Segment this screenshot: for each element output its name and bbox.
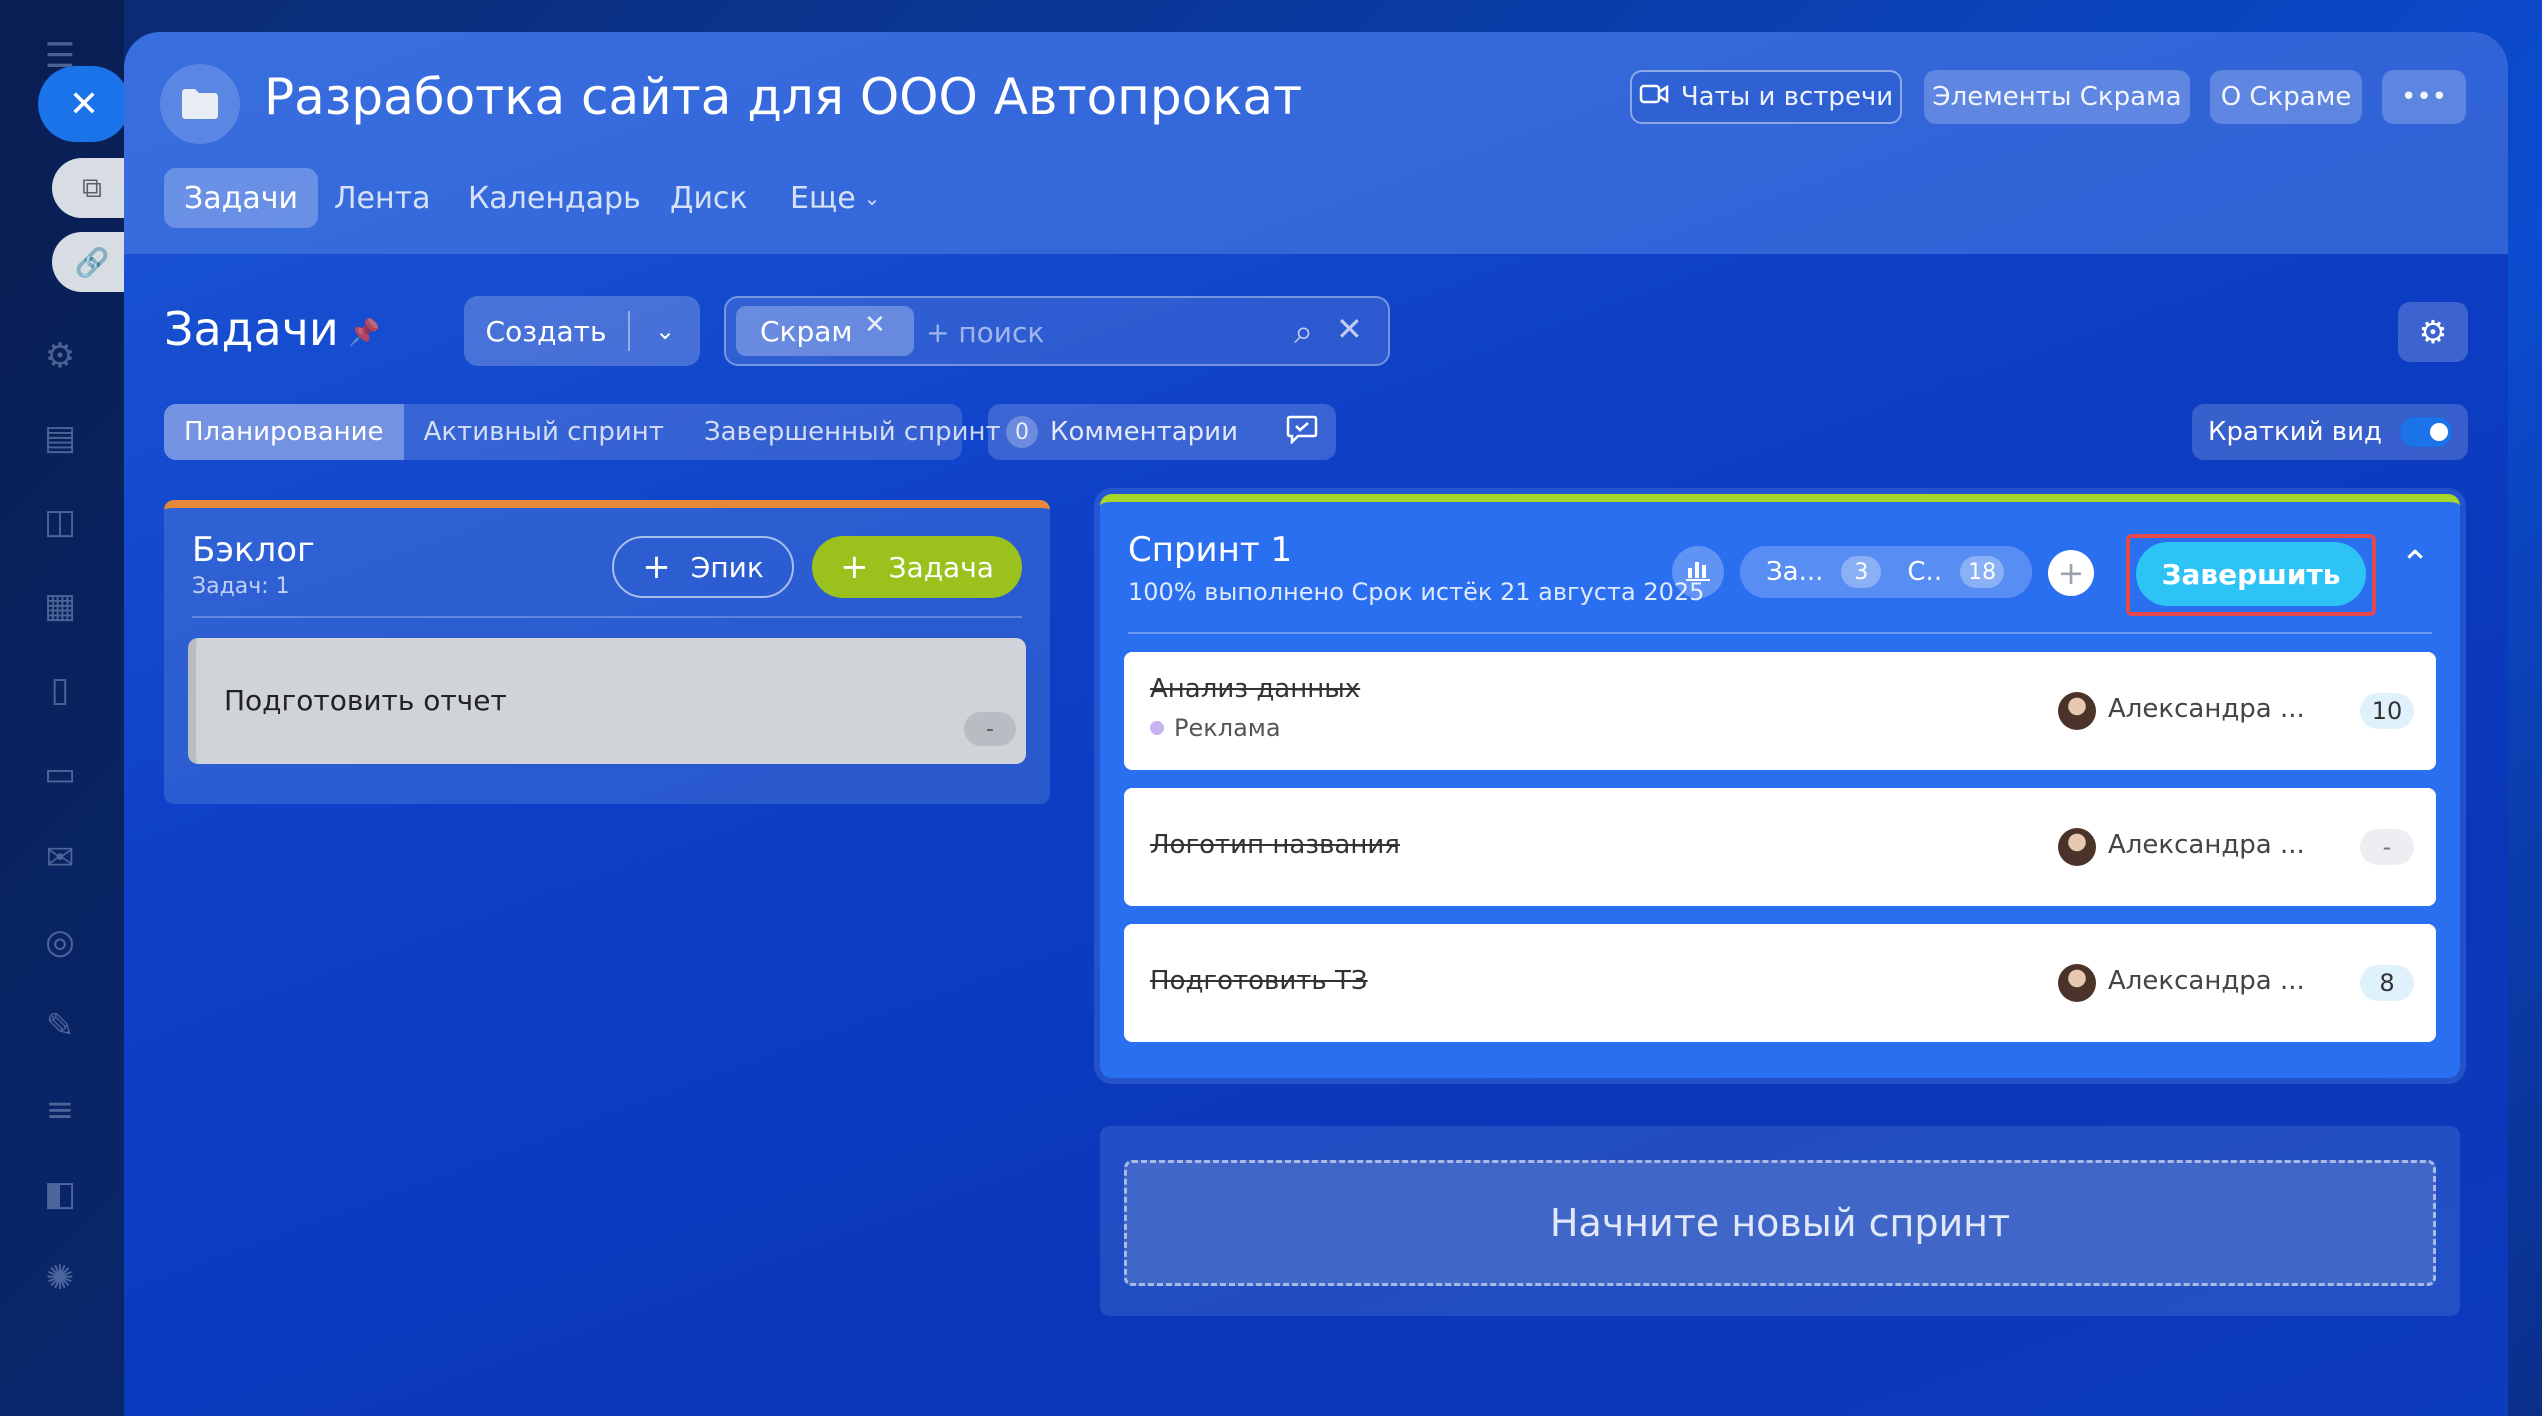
task-name: Подготовить отчет	[224, 684, 507, 717]
contacts-icon[interactable]: ◎	[36, 918, 84, 966]
external-link-icon: ⧉	[82, 171, 102, 204]
folder-icon	[160, 64, 240, 144]
sidebar-icon-3[interactable]: ◧	[36, 1170, 84, 1218]
story-points-badge[interactable]: 8	[2360, 965, 2414, 1001]
gear-icon: ⚙	[2418, 313, 2448, 351]
calendar-icon[interactable]: ▦	[36, 582, 84, 630]
search-icon[interactable]: ⌕	[1294, 312, 1313, 352]
page-title: Разработка сайта для ООО Автопрокат	[264, 68, 1303, 126]
story-points-total-badge: 18	[1960, 556, 2005, 588]
tab-more[interactable]: Еще ⌄	[770, 168, 900, 228]
sprint-stats[interactable]: За... 3 С.. 18	[1740, 546, 2032, 598]
task-name: Логотип названия	[1150, 830, 1400, 860]
assignee-name[interactable]: Александра ...	[2108, 966, 2305, 996]
tag-dot-icon	[1150, 721, 1164, 735]
create-button[interactable]: Создать ⌄	[464, 296, 700, 366]
chats-meetings-button[interactable]: Чаты и встречи	[1630, 70, 1902, 124]
view-tabs: Планирование Активный спринт Завершенный…	[164, 404, 1001, 460]
open-in-new-window-button[interactable]: ⧉	[52, 158, 132, 218]
list-item[interactable]: Подготовить отчет -	[188, 638, 1026, 764]
pin-icon[interactable]: 📌	[348, 318, 380, 348]
plus-icon: +	[840, 547, 869, 587]
sprint-status: 100% выполнено Срок истёк 21 августа 202…	[1128, 578, 1705, 606]
left-sidebar: ☰ ✕ ⧉ 🔗 ⚙ ▤ ◫ ▦ ▯ ▭ ✉ ◎ ✎ ≡ ◧ ✺	[0, 0, 132, 1416]
edit-icon[interactable]: ✎	[36, 1002, 84, 1050]
close-icon: ✕	[68, 83, 100, 125]
new-sprint-area: Начните новый спринт	[1100, 1126, 2460, 1316]
plus-icon: +	[2057, 554, 2085, 592]
comments-button[interactable]: 0 Комментарии	[988, 404, 1336, 460]
link-icon: 🔗	[74, 245, 110, 279]
video-icon	[1639, 82, 1669, 112]
sidebar-icon-2[interactable]: ▤	[36, 414, 84, 462]
tab-completed-sprint[interactable]: Завершенный спринт	[684, 404, 1021, 460]
tab-planning[interactable]: Планирование	[164, 404, 404, 460]
tab-feed[interactable]: Лента	[314, 168, 451, 228]
assignee-name[interactable]: Александра ...	[2108, 694, 2305, 724]
task-count-badge: 3	[1841, 556, 1882, 588]
settings-button[interactable]: ⚙	[2398, 302, 2468, 362]
chevron-down-icon: ⌄	[863, 186, 881, 210]
add-sprint-task-button[interactable]: +	[2048, 550, 2094, 596]
project-panel: Разработка сайта для ООО Автопрокат Чаты…	[124, 32, 2508, 1416]
mail-icon[interactable]: ✉	[36, 834, 84, 882]
task-tag: Реклама	[1150, 714, 1281, 742]
story-points-badge[interactable]: -	[2360, 829, 2414, 865]
table-row[interactable]: Логотип названия Александра ... -	[1124, 788, 2436, 906]
section-title: Задачи	[164, 302, 339, 356]
about-scrum-button[interactable]: О Скраме	[2210, 70, 2362, 124]
task-name: Подготовить ТЗ	[1150, 966, 1368, 996]
settings-icon[interactable]: ✺	[36, 1254, 84, 1302]
drive-icon[interactable]: ▭	[36, 750, 84, 798]
panel-header: Разработка сайта для ООО Автопрокат Чаты…	[124, 32, 2508, 254]
story-points-badge[interactable]: -	[964, 712, 1016, 746]
chevron-down-icon[interactable]: ⌄	[630, 317, 700, 345]
filter-chip: Скрам	[736, 306, 914, 356]
comments-count: 0	[1006, 416, 1038, 448]
remove-filter-icon[interactable]: ✕	[864, 310, 886, 340]
task-name: Анализ данных	[1150, 674, 1361, 704]
tab-tasks[interactable]: Задачи	[164, 168, 318, 228]
avatar[interactable]	[2058, 692, 2096, 730]
copy-link-button[interactable]: 🔗	[52, 232, 132, 292]
assignee-name[interactable]: Александра ...	[2108, 830, 2305, 860]
filter-icon[interactable]: ≡	[36, 1086, 84, 1134]
add-task-button[interactable]: + Задача	[812, 536, 1022, 598]
tab-active-sprint[interactable]: Активный спринт	[404, 404, 684, 460]
table-row[interactable]: Подготовить ТЗ Александра ... 8	[1124, 924, 2436, 1042]
plus-icon: +	[642, 547, 671, 587]
filter-search-box[interactable]: Скрам ✕ + поиск ⌕ ✕	[724, 296, 1390, 366]
brief-view-toggle[interactable]: Краткий вид	[2192, 404, 2468, 460]
search-input[interactable]: + поиск	[926, 316, 1044, 349]
backlog-task-count: Задач: 1	[192, 574, 290, 599]
backlog-title: Бэклог	[192, 530, 315, 570]
scrum-elements-button[interactable]: Элементы Скрама	[1924, 70, 2190, 124]
chevron-up-icon[interactable]: ⌃	[2400, 544, 2430, 585]
clear-search-icon[interactable]: ✕	[1336, 310, 1363, 348]
add-epic-button[interactable]: + Эпик	[612, 536, 794, 598]
sidebar-icon-1[interactable]: ⚙	[36, 332, 84, 380]
tab-disk[interactable]: Диск	[650, 168, 768, 228]
table-row[interactable]: Анализ данных Реклама Александра ... 10	[1124, 652, 2436, 770]
more-actions-button[interactable]: •••	[2382, 70, 2466, 124]
avatar[interactable]	[2058, 964, 2096, 1002]
sprint-title: Спринт 1	[1128, 530, 1293, 570]
close-slider-button[interactable]: ✕	[38, 66, 130, 142]
story-points-badge[interactable]: 10	[2360, 693, 2414, 729]
burndown-chart-button[interactable]	[1672, 546, 1724, 598]
chat-icon[interactable]: ◫	[36, 498, 84, 546]
start-new-sprint-dropzone[interactable]: Начните новый спринт	[1124, 1160, 2436, 1286]
tab-calendar[interactable]: Календарь	[448, 168, 661, 228]
backlog-column: Бэклог Задач: 1 + Эпик + Задача Подготов…	[164, 500, 1050, 804]
avatar[interactable]	[2058, 828, 2096, 866]
bar-chart-icon	[1685, 558, 1711, 586]
toggle-switch[interactable]	[2400, 417, 2452, 447]
finish-sprint-button[interactable]: Завершить	[2136, 542, 2366, 606]
comment-check-icon	[1286, 414, 1318, 451]
document-icon[interactable]: ▯	[36, 666, 84, 714]
sprint-column: Спринт 1 100% выполнено Срок истёк 21 ав…	[1100, 494, 2460, 1078]
